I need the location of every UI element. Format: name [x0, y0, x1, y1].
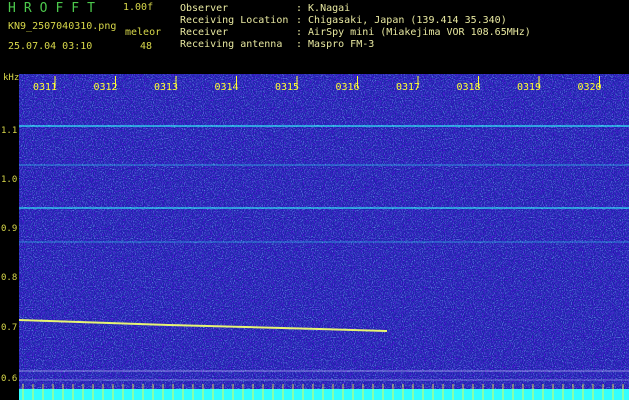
observer-key: Observer [180, 3, 229, 14]
mode-label: meleor [125, 27, 162, 38]
app-version: 1.00f [123, 2, 154, 13]
header-panel: HROFFT 1.00f KN9_2507040310.png meleor 2… [0, 0, 629, 74]
time-tick-label: 0315 [275, 82, 299, 93]
khz-axis-unit: kHz [3, 73, 20, 83]
baseline-ticks [22, 384, 624, 400]
spectrogram-noise [19, 74, 629, 400]
timestamp: 25.07.04 03:10 [8, 41, 93, 52]
file-name: KN9_2507040310.png [8, 21, 117, 32]
time-tick-label: 0314 [215, 82, 239, 93]
observer-value: : K.Nagai [296, 3, 351, 14]
app-title: HROFFT [8, 1, 103, 16]
time-tick-label: 0320 [578, 82, 602, 93]
location-value: : Chigasaki, Japan (139.414 35.340) [296, 15, 507, 26]
time-tick-label: 0311 [33, 82, 57, 93]
receiver-key: Receiver [180, 27, 229, 38]
detection-count: 48 [140, 41, 153, 52]
time-tick-label: 0316 [336, 82, 360, 93]
time-tick-label: 0318 [457, 82, 481, 93]
time-tick-label: 0317 [396, 82, 420, 93]
antenna-key: Receiving antenna [180, 39, 283, 50]
y-tick-label: 1.0 [1, 175, 18, 185]
y-tick-label: 1.1 [1, 126, 18, 136]
location-key: Receiving Location [180, 15, 289, 26]
receiver-value: : AirSpy mini (Miakejima VOR 108.65MHz) [296, 27, 531, 38]
antenna-value: : Maspro FM-3 [296, 39, 375, 50]
time-tick-label: 0319 [517, 82, 541, 93]
time-tick-label: 0312 [94, 82, 118, 93]
spectrogram: 0311 0312 0313 0314 0315 0316 0317 0318 0319 0320 [19, 74, 629, 400]
time-tick-label: 0313 [154, 82, 178, 93]
y-tick-label: 0.7 [1, 323, 18, 333]
y-tick-label: 0.6 [1, 374, 18, 384]
y-tick-label: 0.8 [1, 273, 18, 283]
y-tick-label: 0.9 [1, 224, 18, 234]
baseline-band [19, 389, 629, 400]
